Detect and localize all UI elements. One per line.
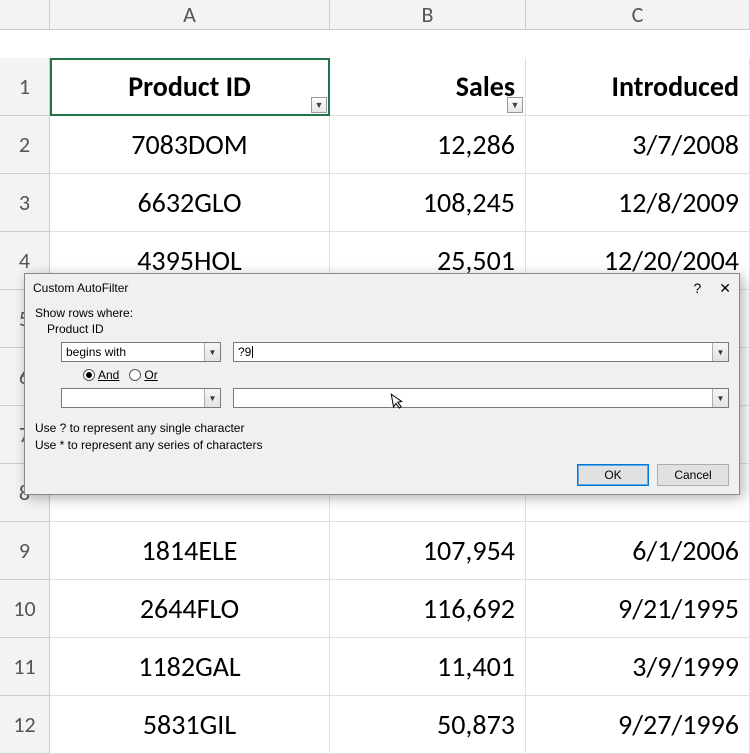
hint-line-1: Use ? to represent any single character — [35, 420, 729, 437]
cancel-button[interactable]: Cancel — [657, 464, 729, 486]
column-header-c[interactable]: C — [526, 0, 750, 30]
cell[interactable]: 1182GAL — [50, 638, 330, 696]
ok-button[interactable]: OK — [577, 464, 649, 486]
criteria1-value: ?9 — [238, 345, 251, 359]
cell[interactable]: 9/21/1995 — [526, 580, 750, 638]
wildcard-hint: Use ? to represent any single character … — [35, 420, 729, 454]
filter-dropdown-icon[interactable]: ▼ — [311, 97, 327, 113]
row-header[interactable]: 2 — [0, 116, 50, 174]
help-icon[interactable]: ? — [693, 280, 701, 296]
criteria1-value-combo[interactable]: ?9 ▼ — [233, 342, 729, 362]
text-caret — [252, 346, 253, 358]
cell[interactable]: 3/7/2008 — [526, 116, 750, 174]
logic-and-radio[interactable]: And — [83, 368, 119, 382]
cell[interactable]: 12,286 — [330, 116, 526, 174]
filter-dropdown-icon[interactable]: ▼ — [507, 97, 523, 113]
row-header[interactable]: 11 — [0, 638, 50, 696]
row-header[interactable]: 10 — [0, 580, 50, 638]
row-header[interactable]: 1 — [0, 58, 50, 116]
radio-icon — [129, 369, 141, 381]
cell[interactable]: 9/27/1996 — [526, 696, 750, 754]
cell[interactable]: 116,692 — [330, 580, 526, 638]
column-header-a[interactable]: A — [50, 0, 330, 30]
chevron-down-icon[interactable]: ▼ — [204, 389, 220, 407]
cell[interactable]: 108,245 — [330, 174, 526, 232]
cell[interactable]: 50,873 — [330, 696, 526, 754]
select-all-corner[interactable] — [0, 0, 50, 30]
cell[interactable]: 2644FLO — [50, 580, 330, 638]
cell[interactable]: 6/1/2006 — [526, 522, 750, 580]
cell[interactable]: 3/9/1999 — [526, 638, 750, 696]
cell-a1[interactable]: Product ID ▼ — [50, 58, 330, 116]
logic-or-radio[interactable]: Or — [129, 368, 157, 382]
column-header-b[interactable]: B — [330, 0, 526, 30]
row-header[interactable]: 9 — [0, 522, 50, 580]
chevron-down-icon[interactable]: ▼ — [712, 389, 728, 407]
logic-and-label: And — [98, 368, 119, 382]
dialog-field-name: Product ID — [35, 322, 729, 336]
dialog-title-text: Custom AutoFilter — [33, 281, 128, 295]
cell[interactable]: 107,954 — [330, 522, 526, 580]
criteria2-value-combo[interactable]: ▼ — [233, 388, 729, 408]
row-header[interactable]: 3 — [0, 174, 50, 232]
cell-b1[interactable]: Sales ▼ — [330, 58, 526, 116]
cell[interactable]: 12/8/2009 — [526, 174, 750, 232]
header-introduced: Introduced — [612, 69, 740, 104]
cell[interactable]: 6632GLO — [50, 174, 330, 232]
cell[interactable]: 5831GIL — [50, 696, 330, 754]
radio-icon — [83, 369, 95, 381]
custom-autofilter-dialog: Custom AutoFilter ? ✕ Show rows where: P… — [24, 273, 740, 495]
cell-c1[interactable]: Introduced — [526, 58, 750, 116]
chevron-down-icon[interactable]: ▼ — [712, 343, 728, 361]
cell[interactable]: 7083DOM — [50, 116, 330, 174]
chevron-down-icon[interactable]: ▼ — [204, 343, 220, 361]
cell[interactable]: 11,401 — [330, 638, 526, 696]
hint-line-2: Use * to represent any series of charact… — [35, 437, 729, 454]
dialog-body: Show rows where: Product ID begins with … — [25, 302, 739, 460]
criteria1-operator-value: begins with — [66, 345, 126, 359]
criteria2-operator-combo[interactable]: ▼ — [61, 388, 221, 408]
cell[interactable]: 1814ELE — [50, 522, 330, 580]
close-icon[interactable]: ✕ — [719, 280, 731, 297]
criteria1-operator-combo[interactable]: begins with ▼ — [61, 342, 221, 362]
row-header[interactable]: 12 — [0, 696, 50, 754]
header-product-id: Product ID — [128, 69, 251, 104]
dialog-prompt: Show rows where: — [35, 306, 729, 320]
logic-or-label: Or — [144, 368, 157, 382]
dialog-titlebar[interactable]: Custom AutoFilter ? ✕ — [25, 274, 739, 302]
